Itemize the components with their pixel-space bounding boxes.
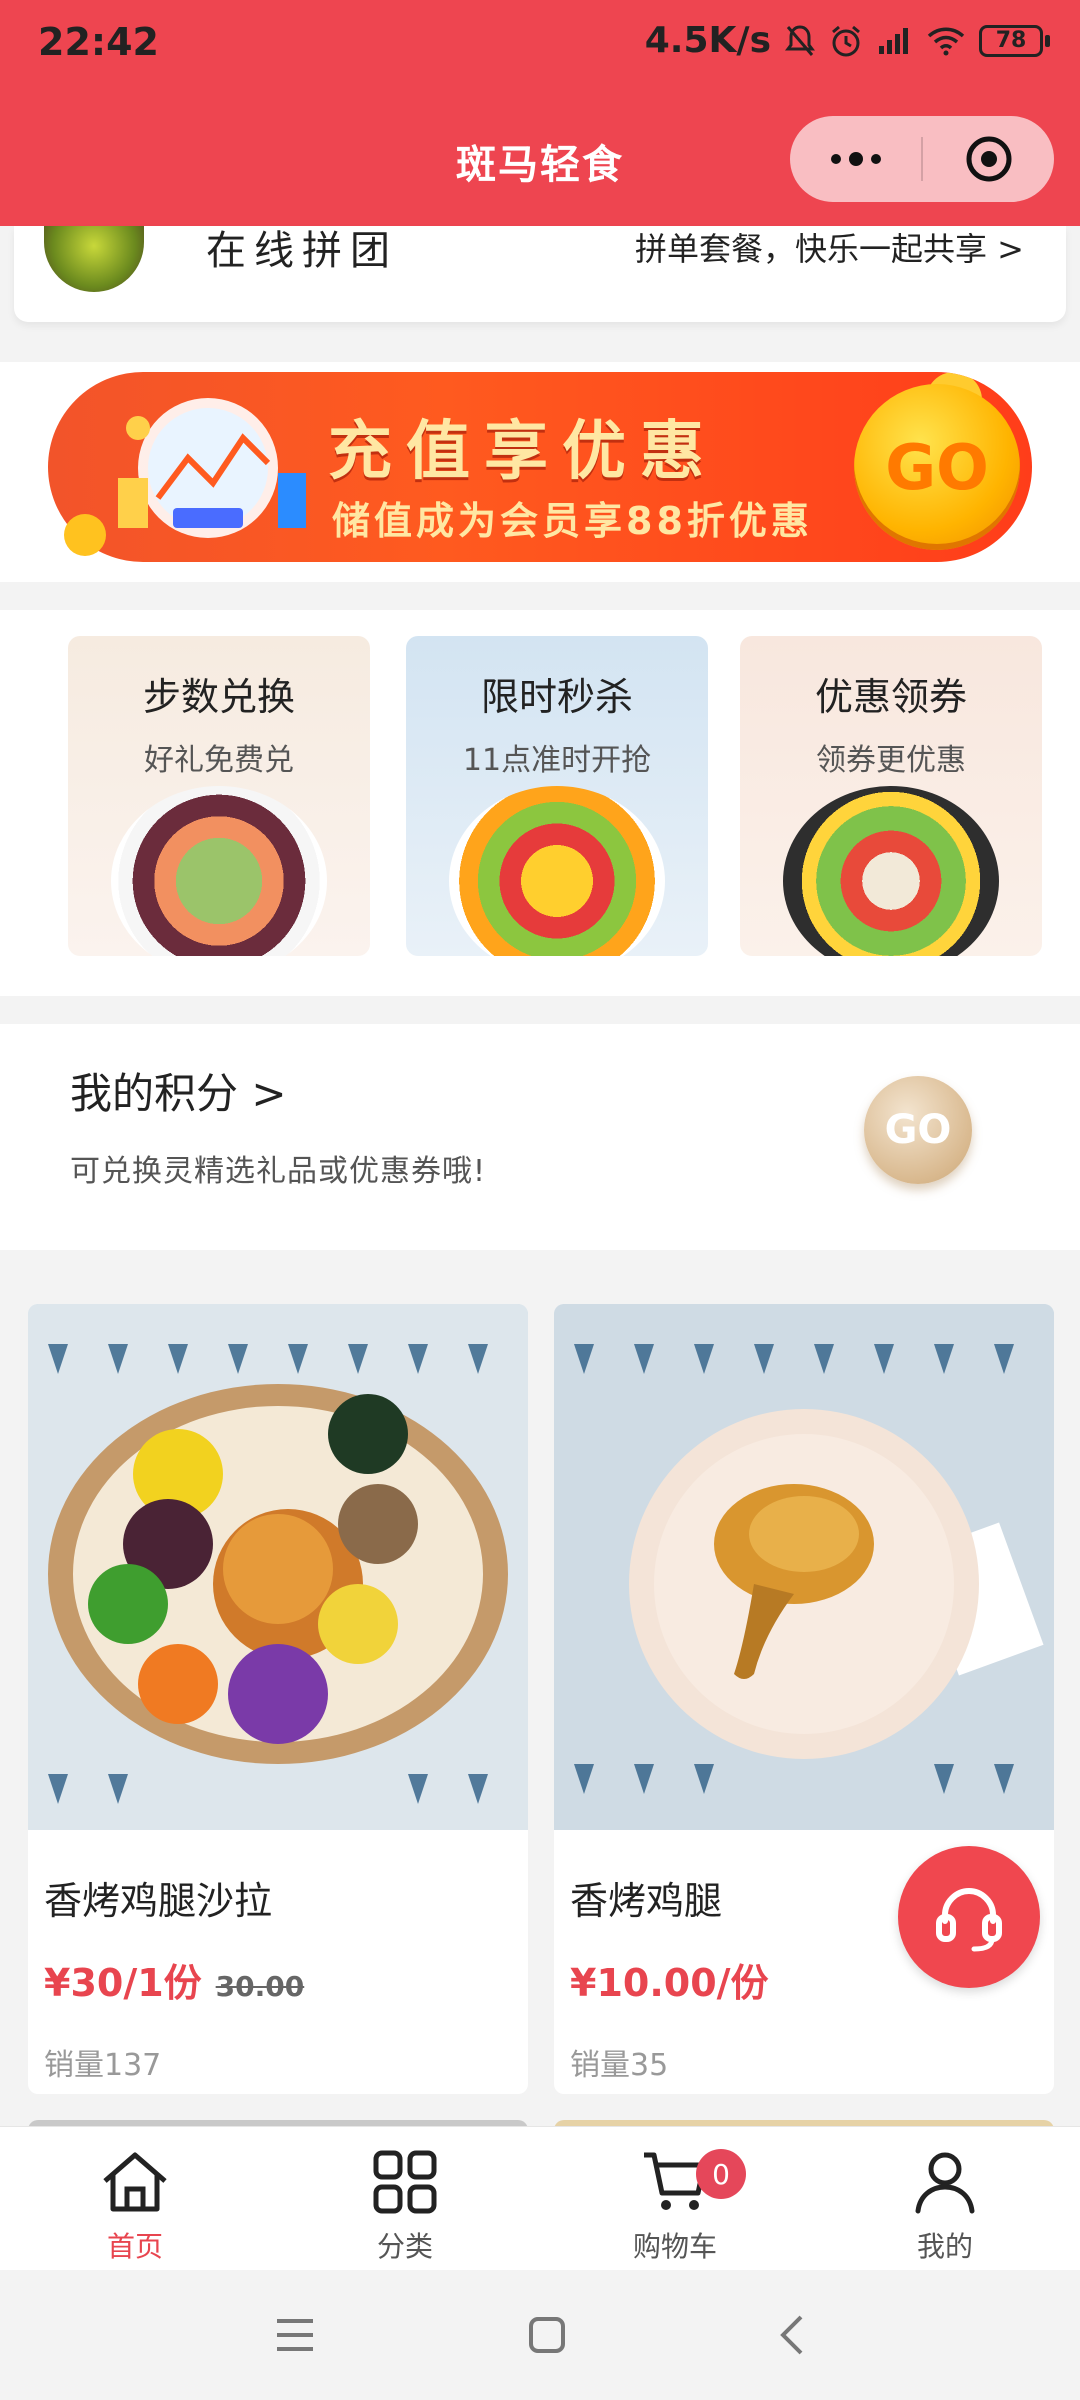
- alarm-icon: [832, 25, 860, 56]
- battery-icon: 78: [979, 24, 1050, 57]
- bell-off-icon: [785, 24, 815, 56]
- menu-icon[interactable]: [273, 2315, 317, 2355]
- feature-card-flash-sale[interactable]: 限时秒杀 11点准时开抢: [406, 636, 708, 956]
- tab-category[interactable]: 分类: [270, 2127, 540, 2270]
- feature-subtitle: 领券更优惠: [816, 743, 966, 778]
- tab-label: 首页: [106, 2230, 163, 2263]
- cart-count-badge: 0: [696, 2149, 746, 2199]
- product-image: [28, 1304, 528, 1830]
- price-value: ¥10.00/份: [570, 1961, 769, 2005]
- product-name: 香烤鸡腿: [570, 1879, 723, 1923]
- feature-title: 限时秒杀: [480, 675, 633, 719]
- mini-program-capsule: [790, 116, 1054, 202]
- target-icon: [966, 136, 1011, 182]
- salad-bowl-image: [111, 786, 327, 956]
- product-price: ¥10.00/份: [570, 1952, 769, 2007]
- original-price: 30.00: [215, 1970, 305, 2003]
- status-time: 22:42: [38, 20, 159, 64]
- status-icons: 4.5K/s 78: [645, 20, 1050, 61]
- tab-label: 购物车: [632, 2230, 717, 2263]
- tab-label: 分类: [376, 2230, 433, 2263]
- bottom-tab-bar: 首页 分类 购物车 0 我的: [0, 2126, 1080, 2270]
- home-square-icon[interactable]: [527, 2315, 567, 2355]
- product-card[interactable]: 香烤鸡腿沙拉 ¥30/1份 30.00 销量137: [28, 1304, 528, 2094]
- customer-service-button[interactable]: [898, 1846, 1040, 1988]
- product-price: ¥30/1份 30.00: [44, 1952, 304, 2007]
- tab-cart[interactable]: 购物车 0: [540, 2127, 810, 2270]
- feature-card-coupons[interactable]: 优惠领券 领券更优惠: [740, 636, 1042, 956]
- price-value: ¥30/1份: [44, 1961, 202, 2005]
- banner-subtitle: 储值成为会员享88折优惠: [332, 499, 813, 543]
- recharge-banner[interactable]: 充值享优惠 储值成为会员享88折优惠 GO: [48, 372, 1032, 562]
- banner-headline: 充值享优惠: [328, 415, 718, 489]
- headset-icon: [936, 1887, 1002, 1952]
- signal-icon: [879, 27, 908, 54]
- back-icon[interactable]: [777, 2313, 807, 2357]
- group-buy-title: 在线拼团: [206, 228, 398, 274]
- feature-title: 步数兑换: [142, 675, 295, 719]
- tab-mine[interactable]: 我的: [810, 2127, 1080, 2270]
- banner-go-button[interactable]: GO: [854, 384, 1020, 550]
- points-section[interactable]: 我的积分 > 可兑换灵精选礼品或优惠券哦! GO: [0, 1024, 1080, 1250]
- home-icon: [103, 2152, 167, 2212]
- more-dots-icon: [830, 152, 881, 166]
- fruit-bowl-image: [449, 786, 665, 956]
- recharge-banner-section: 充值享优惠 储值成为会员享88折优惠 GO: [0, 362, 1080, 582]
- points-title[interactable]: 我的积分 >: [70, 1060, 287, 1121]
- feature-card-steps[interactable]: 步数兑换 好礼免费兑: [68, 636, 370, 956]
- user-icon: [915, 2152, 975, 2214]
- feature-title: 优惠领券: [814, 675, 967, 719]
- network-speed: 4.5K/s: [644, 20, 771, 61]
- feature-cards: 步数兑换 好礼免费兑 限时秒杀 11点准时开抢 优惠领券 领券更优惠: [0, 610, 1080, 996]
- wifi-icon: [927, 27, 965, 55]
- battery-level: 78: [979, 24, 1043, 57]
- group-buy-link[interactable]: 拼单套餐，快乐一起共享 >: [635, 226, 1024, 272]
- points-description: 可兑换灵精选礼品或优惠券哦!: [70, 1154, 487, 1189]
- product-image: [554, 1304, 1054, 1830]
- group-buy-image: [44, 226, 144, 292]
- feature-subtitle: 好礼免费兑: [144, 743, 294, 778]
- close-mini-program-button[interactable]: [923, 116, 1054, 202]
- tab-label: 我的: [916, 2230, 973, 2263]
- shopping-illustration: [118, 398, 306, 538]
- more-button[interactable]: [790, 116, 921, 202]
- points-go-button[interactable]: GO: [864, 1076, 972, 1184]
- product-sales: 销量35: [570, 2048, 669, 2083]
- feature-subtitle: 11点准时开抢: [462, 743, 652, 778]
- veggie-bowl-image: [783, 786, 999, 956]
- product-sales: 销量137: [44, 2048, 162, 2083]
- system-navigation-bar: [0, 2270, 1080, 2400]
- group-buy-card[interactable]: 在线拼团 拼单套餐，快乐一起共享 >: [14, 226, 1066, 322]
- product-name: 香烤鸡腿沙拉: [44, 1879, 273, 1923]
- app-header: 22:42 4.5K/s 78 斑马轻食: [0, 0, 1080, 226]
- tab-home[interactable]: 首页: [0, 2127, 270, 2270]
- grid-icon: [373, 2150, 437, 2214]
